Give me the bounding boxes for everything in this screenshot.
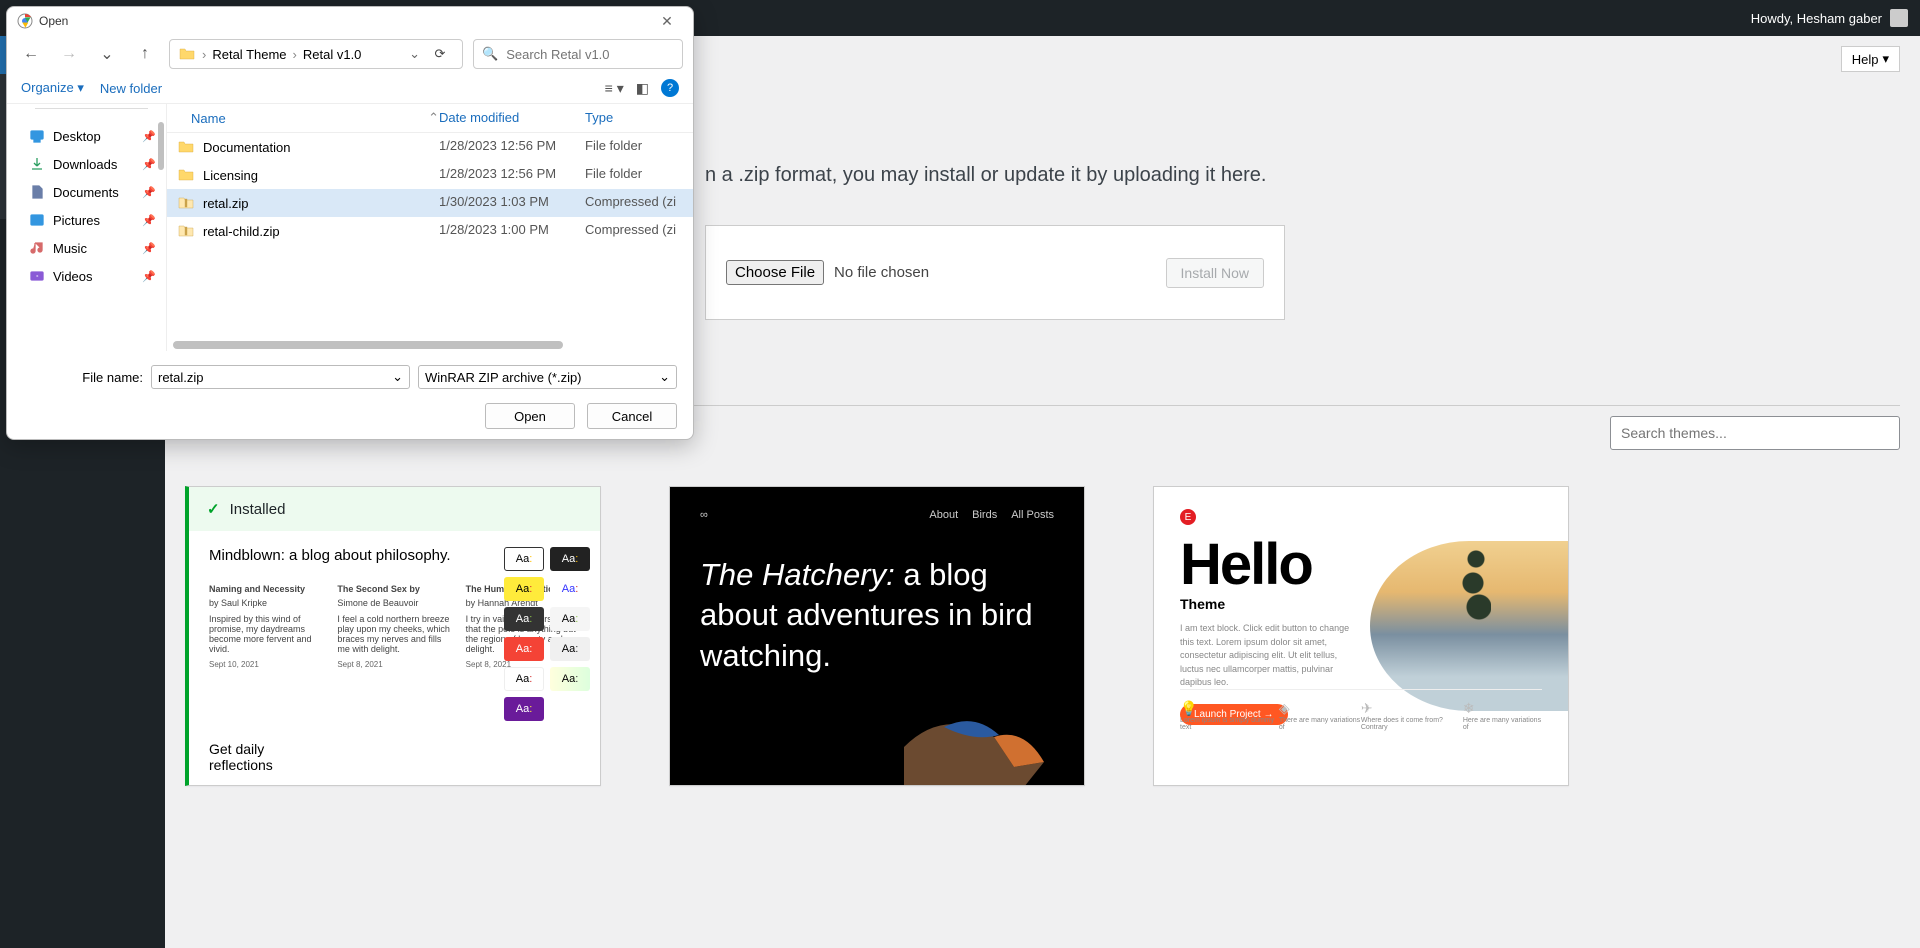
theme-card-3[interactable]: E Hello Theme I am text block. Click edi… xyxy=(1153,486,1569,786)
filename-input[interactable]: retal.zip⌄ xyxy=(151,365,410,389)
quick-access-videos[interactable]: Videos📌 xyxy=(7,262,166,290)
upload-box: Choose File No file chosen Install Now xyxy=(705,225,1285,320)
file-row[interactable]: Documentation1/28/2023 12:56 PMFile fold… xyxy=(167,133,693,161)
hatchery-logo: ∞ xyxy=(700,509,710,521)
pin-icon: 📌 xyxy=(142,270,156,283)
sidebar-scrollbar[interactable] xyxy=(158,122,164,170)
theme3-icons: 💡Lorem ipsum is simply dummy text ◈There… xyxy=(1180,689,1542,731)
file-row[interactable]: retal.zip1/30/2023 1:03 PMCompressed (zi xyxy=(167,189,693,217)
pin-icon: 📌 xyxy=(142,242,156,255)
folder-icon xyxy=(178,45,196,63)
snowflake-icon: ❄ xyxy=(1463,700,1475,716)
desktop-icon xyxy=(29,128,45,144)
theme-grid: ✓ Installed Mindblown: a blog about phil… xyxy=(185,486,1900,786)
installed-label: Installed xyxy=(230,501,286,518)
install-now-button[interactable]: Install Now xyxy=(1166,258,1264,288)
file-list-scrollbar[interactable] xyxy=(173,341,563,349)
file-row[interactable]: retal-child.zip1/28/2023 1:00 PMCompress… xyxy=(167,217,693,245)
hero-image xyxy=(1370,541,1568,711)
zip-icon xyxy=(177,194,195,212)
theme-thumb-2: ∞ AboutBirdsAll Posts The Hatchery: a bl… xyxy=(670,487,1084,785)
reflections-text: Get daily reflections xyxy=(209,741,273,773)
chrome-icon xyxy=(17,13,33,29)
pin-icon: 📌 xyxy=(142,130,156,143)
filetype-select[interactable]: WinRAR ZIP archive (*.zip)⌄ xyxy=(418,365,677,389)
refresh-icon[interactable]: ⟳ xyxy=(426,46,454,62)
bird-illustration xyxy=(904,707,1044,786)
videos-icon xyxy=(29,268,45,284)
file-list-header: Name ⌃ Date modified Type xyxy=(167,104,693,133)
search-field[interactable]: 🔍 xyxy=(473,39,683,69)
dialog-body: Desktop📌Downloads📌Documents📌Pictures📌Mus… xyxy=(7,103,693,351)
help-icon[interactable]: ? xyxy=(661,79,679,97)
pin-icon: 📌 xyxy=(142,214,156,227)
dialog-sidebar: Desktop📌Downloads📌Documents📌Pictures📌Mus… xyxy=(7,104,167,351)
search-themes-input[interactable] xyxy=(1610,416,1900,450)
quick-access-pictures[interactable]: Pictures📌 xyxy=(7,206,166,234)
dialog-nav: ← → ⌄ ↑ › Retal Theme › Retal v1.0 ⌄ ⟳ 🔍 xyxy=(7,35,693,73)
chevron-down-icon: ▾ xyxy=(1882,51,1889,67)
dialog-title: Open xyxy=(39,14,68,28)
up-icon[interactable]: ↑ xyxy=(131,40,159,68)
documents-icon xyxy=(29,184,45,200)
path-chevron-icon[interactable]: ⌄ xyxy=(409,46,420,62)
pictures-icon xyxy=(29,212,45,228)
dialog-titlebar: Open ✕ xyxy=(7,7,693,35)
recent-icon[interactable]: ⌄ xyxy=(93,40,121,68)
bulb-icon: 💡 xyxy=(1180,700,1197,716)
diamond-icon: ◈ xyxy=(1279,700,1290,716)
search-input[interactable] xyxy=(506,47,682,62)
no-file-label: No file chosen xyxy=(834,264,929,281)
installed-bar: ✓ Installed xyxy=(189,487,600,531)
downloads-icon xyxy=(29,156,45,172)
zip-icon xyxy=(177,222,195,240)
organize-menu[interactable]: Organize ▾ xyxy=(21,80,84,96)
quick-access-documents[interactable]: Documents📌 xyxy=(7,178,166,206)
col-modified[interactable]: Date modified xyxy=(439,110,585,126)
file-row[interactable]: Licensing1/28/2023 12:56 PMFile folder xyxy=(167,161,693,189)
theme-thumb-3: E Hello Theme I am text block. Click edi… xyxy=(1154,487,1568,747)
open-button[interactable]: Open xyxy=(485,403,575,429)
filename-label: File name: xyxy=(23,370,143,385)
view-list-icon[interactable]: ≡ ▾ xyxy=(605,80,624,97)
theme-thumb-1: Mindblown: a blog about philosophy. Nami… xyxy=(189,531,600,669)
col-name[interactable]: Name xyxy=(191,111,226,126)
search-icon: 🔍 xyxy=(482,46,498,62)
pin-icon: 📌 xyxy=(142,186,156,199)
close-icon[interactable]: ✕ xyxy=(651,13,683,30)
path-seg-1[interactable]: Retal Theme xyxy=(212,47,286,62)
path-seg-2[interactable]: Retal v1.0 xyxy=(303,47,362,62)
quick-access-desktop[interactable]: Desktop📌 xyxy=(7,122,166,150)
theme-card-2[interactable]: ∞ AboutBirdsAll Posts The Hatchery: a bl… xyxy=(669,486,1085,786)
col-type[interactable]: Type xyxy=(585,110,683,126)
pin-icon: 📌 xyxy=(142,158,156,171)
music-icon xyxy=(29,240,45,256)
path-bar[interactable]: › Retal Theme › Retal v1.0 ⌄ ⟳ xyxy=(169,39,463,69)
preview-pane-icon[interactable]: ◧ xyxy=(636,80,649,97)
choose-file-button[interactable]: Choose File xyxy=(726,260,824,285)
folder-icon xyxy=(177,166,195,184)
top-greeting[interactable]: Howdy, Hesham gaber xyxy=(1751,11,1882,26)
new-folder-button[interactable]: New folder xyxy=(100,81,162,96)
theme-card-1[interactable]: ✓ Installed Mindblown: a blog about phil… xyxy=(185,486,601,786)
forward-icon[interactable]: → xyxy=(55,40,83,68)
dialog-toolbar: Organize ▾ New folder ≡ ▾ ◧ ? xyxy=(7,73,693,103)
file-list: Name ⌃ Date modified Type Documentation1… xyxy=(167,104,693,351)
avatar[interactable] xyxy=(1890,9,1908,27)
elementor-icon: E xyxy=(1180,509,1196,525)
upload-message: n a .zip format, you may install or upda… xyxy=(705,164,1900,187)
quick-access-downloads[interactable]: Downloads📌 xyxy=(7,150,166,178)
back-icon[interactable]: ← xyxy=(17,40,45,68)
dialog-bottom: File name: retal.zip⌄ WinRAR ZIP archive… xyxy=(7,351,693,439)
check-icon: ✓ xyxy=(207,500,220,518)
help-tab[interactable]: Help ▾ xyxy=(1841,46,1900,72)
file-open-dialog: Open ✕ ← → ⌄ ↑ › Retal Theme › Retal v1.… xyxy=(6,6,694,440)
quick-access-music[interactable]: Music📌 xyxy=(7,234,166,262)
folder-icon xyxy=(177,138,195,156)
send-icon: ✈ xyxy=(1361,700,1373,716)
style-swatches: Aa:Aa: Aa:Aa: Aa:Aa: Aa:Aa: Aa:Aa: Aa: xyxy=(504,547,590,721)
cancel-button[interactable]: Cancel xyxy=(587,403,677,429)
